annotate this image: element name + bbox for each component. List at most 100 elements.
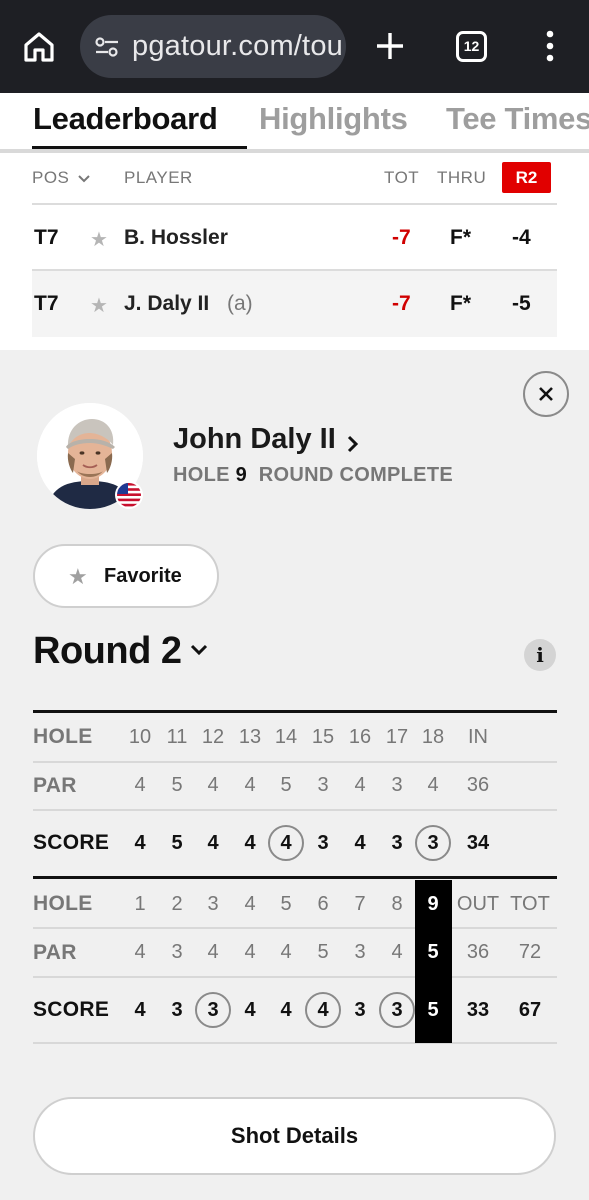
home-icon[interactable] — [22, 30, 56, 64]
hole-par: 4 — [427, 774, 439, 796]
hole-number: 3 — [207, 893, 219, 915]
hole-row-label: HOLE — [33, 892, 93, 915]
hole-par: 4 — [244, 941, 256, 963]
pos-column-header[interactable]: POS — [32, 168, 90, 188]
hole-par: 4 — [280, 941, 292, 963]
hole-par: 4 — [207, 941, 219, 963]
tab-tee-times[interactable]: Tee Times — [446, 101, 589, 137]
url-text: pgatour.com/tou — [132, 30, 343, 62]
hole-number: 5 — [280, 893, 292, 915]
par-in-total: 36 — [466, 774, 490, 796]
page-tabs: Leaderboard Highlights Tee Times — [0, 93, 589, 153]
hole-number: 8 — [391, 893, 403, 915]
hole-number: 10 — [128, 726, 152, 748]
hole-score: 4 — [280, 832, 292, 854]
out-label: OUT — [456, 893, 500, 915]
thru-column-header: THRU — [437, 168, 487, 187]
hole-number: 15 — [311, 726, 335, 748]
leaderboard-table: POS PLAYER TOT THRU R2 T7 ★ B. Hossler -… — [0, 153, 589, 350]
hole-number: 13 — [238, 726, 262, 748]
hole-number: 12 — [201, 726, 225, 748]
hole-number: 17 — [385, 726, 409, 748]
par-out-total: 36 — [466, 941, 490, 963]
hole-score: 3 — [207, 999, 219, 1021]
hole-par: 3 — [354, 941, 366, 963]
hole-score: 4 — [207, 832, 219, 854]
hole-score: 3 — [354, 999, 366, 1021]
round-status: ROUND COMPLETE — [258, 464, 453, 486]
leaderboard-row[interactable]: T7 ★ B. Hossler -7 F* -4 — [32, 205, 557, 271]
site-settings-icon[interactable] — [94, 35, 120, 59]
round-column-badge[interactable]: R2 — [502, 162, 551, 193]
par-row-label: PAR — [33, 774, 77, 797]
hole-score: 4 — [354, 832, 366, 854]
score-out-total: 33 — [466, 999, 490, 1021]
divider — [33, 976, 557, 978]
tab-switcher-icon[interactable]: 12 — [456, 31, 487, 62]
close-icon — [539, 387, 553, 401]
hole-par: 4 — [244, 774, 256, 796]
chevron-down-icon[interactable] — [189, 643, 209, 657]
avatar[interactable] — [37, 403, 143, 509]
score-in-total: 34 — [466, 832, 490, 854]
current-hole: 9 — [235, 464, 248, 486]
hole-score: 3 — [317, 832, 329, 854]
tot-column-header: TOT — [384, 168, 420, 187]
amateur-badge: (a) — [227, 292, 253, 315]
hole-score: 3 — [391, 999, 403, 1021]
hole-score: 5 — [171, 832, 183, 854]
close-button[interactable] — [523, 371, 569, 417]
player-status: HOLE 9 ROUND COMPLETE — [173, 464, 453, 487]
hole-par: 5 — [280, 774, 292, 796]
divider — [33, 1042, 557, 1044]
hole-score: 5 — [427, 999, 439, 1021]
hole-score: 4 — [280, 999, 292, 1021]
hole-par: 5 — [317, 941, 329, 963]
hole-score: 3 — [171, 999, 183, 1021]
favorite-label: Favorite — [104, 565, 182, 587]
hole-par: 3 — [317, 774, 329, 796]
hole-number: 4 — [244, 893, 256, 915]
hole-score: 4 — [244, 832, 256, 854]
hole-score: 4 — [244, 999, 256, 1021]
info-icon[interactable]: i — [524, 639, 556, 671]
hole-par: 4 — [391, 941, 403, 963]
favorite-button[interactable]: ★ Favorite — [33, 544, 219, 608]
star-icon[interactable]: ★ — [90, 227, 108, 252]
shot-details-button[interactable]: Shot Details — [33, 1097, 556, 1175]
hole-par: 4 — [134, 941, 146, 963]
player-name-link[interactable]: John Daly II — [173, 423, 336, 456]
hole-score: 4 — [317, 999, 329, 1021]
score-row-label: SCORE — [33, 831, 110, 854]
new-tab-icon[interactable] — [374, 30, 406, 62]
address-bar[interactable]: pgatour.com/tou — [80, 15, 346, 78]
tab-highlights[interactable]: Highlights — [259, 101, 408, 137]
divider — [33, 761, 557, 763]
par-total: 72 — [518, 941, 542, 963]
hole-par: 4 — [207, 774, 219, 796]
leaderboard-header: POS PLAYER TOT THRU R2 — [32, 153, 557, 205]
divider — [33, 876, 557, 879]
hole-par: 3 — [391, 774, 403, 796]
hole-score: 3 — [391, 832, 403, 854]
star-icon[interactable]: ★ — [90, 293, 108, 318]
row-thru: F* — [450, 292, 471, 315]
hole-par: 5 — [171, 774, 183, 796]
score-row-label: SCORE — [33, 998, 110, 1021]
round-selector[interactable]: Round 2 — [33, 630, 182, 673]
par-row-label: PAR — [33, 941, 77, 964]
hole-score: 4 — [134, 999, 146, 1021]
player-column-header: PLAYER — [124, 168, 193, 187]
tot-label: TOT — [510, 893, 550, 915]
star-icon: ★ — [68, 564, 88, 589]
hole-number: 14 — [274, 726, 298, 748]
leaderboard-row-selected[interactable]: T7 ★ J. Daly II (a) -7 F* -5 — [32, 271, 557, 337]
chevron-down-icon — [77, 175, 90, 183]
score-total: 67 — [518, 999, 542, 1021]
pos-header-label: POS — [32, 168, 70, 187]
row-round-score: -5 — [512, 292, 531, 315]
row-position: T7 — [34, 226, 59, 249]
tab-leaderboard[interactable]: Leaderboard — [33, 101, 218, 137]
more-menu-icon[interactable] — [545, 30, 555, 62]
chevron-right-icon[interactable] — [346, 430, 360, 461]
